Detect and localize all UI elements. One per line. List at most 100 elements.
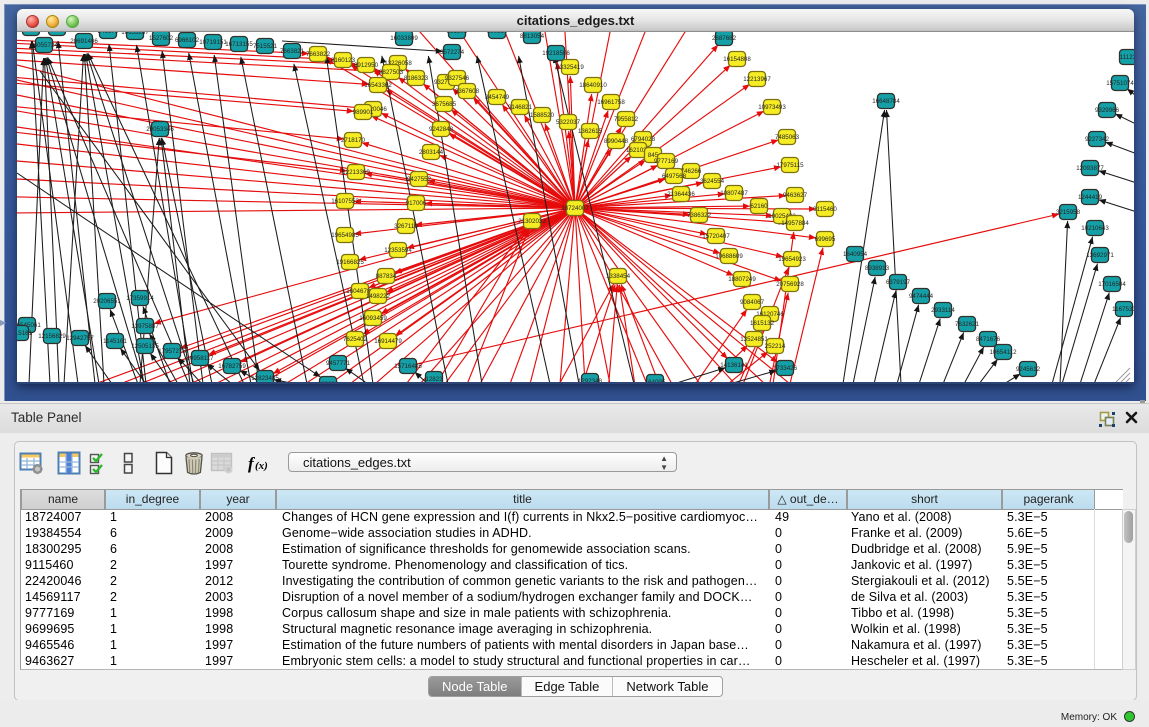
svg-text:9329966: 9329966 bbox=[1095, 107, 1120, 114]
svg-text:9327546: 9327546 bbox=[445, 75, 470, 82]
svg-text:12942757: 12942757 bbox=[66, 335, 94, 342]
svg-text:12505135: 12505135 bbox=[131, 343, 159, 350]
svg-text:2687682: 2687682 bbox=[712, 35, 737, 42]
svg-text:12353594: 12353594 bbox=[384, 247, 412, 254]
svg-text:3572274: 3572274 bbox=[440, 49, 465, 56]
svg-text:15720407: 15720407 bbox=[702, 233, 730, 240]
svg-text:8454749: 8454749 bbox=[485, 94, 510, 101]
svg-text:10973493: 10973493 bbox=[758, 104, 786, 111]
svg-text:9463627: 9463627 bbox=[783, 192, 808, 199]
svg-text:6379197: 6379197 bbox=[886, 279, 911, 286]
svg-text:1244419: 1244419 bbox=[1078, 194, 1103, 201]
svg-text:16914479: 16914479 bbox=[374, 338, 402, 345]
svg-text:18724007: 18724007 bbox=[561, 205, 589, 212]
svg-text:6966102: 6966102 bbox=[175, 37, 200, 44]
svg-text:11123: 11123 bbox=[1120, 54, 1134, 61]
svg-text:16713155: 16713155 bbox=[225, 41, 253, 48]
svg-text:249379: 249379 bbox=[98, 32, 119, 35]
svg-text:19654985: 19654985 bbox=[331, 232, 359, 239]
svg-text:2367608: 2367608 bbox=[455, 88, 480, 95]
svg-text:14957884: 14957884 bbox=[781, 220, 809, 227]
svg-text:7485063: 7485063 bbox=[775, 134, 800, 141]
svg-text:5322037: 5322037 bbox=[556, 119, 581, 126]
svg-text:1145161: 1145161 bbox=[103, 338, 127, 345]
svg-text:9242848: 9242848 bbox=[429, 126, 454, 133]
svg-text:16154808: 16154808 bbox=[723, 56, 751, 63]
svg-text:917006: 917006 bbox=[406, 200, 427, 207]
svg-text:16093459: 16093459 bbox=[359, 315, 387, 322]
svg-text:3267110: 3267110 bbox=[394, 223, 418, 230]
svg-text:16648784: 16648784 bbox=[872, 98, 900, 105]
svg-text:9084067: 9084067 bbox=[740, 299, 765, 306]
svg-text:7632621: 7632621 bbox=[955, 321, 980, 328]
svg-text:19166825: 19166825 bbox=[336, 259, 364, 266]
svg-text:10653267: 10653267 bbox=[121, 32, 149, 36]
svg-text:9474444: 9474444 bbox=[909, 293, 934, 300]
svg-text:21302033: 21302033 bbox=[518, 218, 546, 225]
svg-text:9146821: 9146821 bbox=[508, 104, 533, 111]
svg-text:1640954: 1640954 bbox=[843, 251, 868, 258]
svg-text:19654923: 19654923 bbox=[778, 256, 806, 263]
svg-text:7663822: 7663822 bbox=[306, 51, 331, 58]
svg-text:8912950: 8912950 bbox=[354, 62, 379, 69]
svg-text:20691406: 20691406 bbox=[70, 38, 98, 45]
svg-text:13692971: 13692971 bbox=[1086, 252, 1114, 259]
svg-text:3215958: 3215958 bbox=[1056, 209, 1081, 216]
svg-text:15751074: 15751074 bbox=[1106, 80, 1134, 87]
svg-text:7663821: 7663821 bbox=[280, 48, 305, 55]
svg-text:7515521: 7515521 bbox=[253, 43, 278, 50]
svg-text:17957275: 17957275 bbox=[158, 348, 186, 355]
svg-text:7955812: 7955812 bbox=[614, 116, 639, 123]
svg-text:10719151: 10719151 bbox=[199, 39, 227, 46]
svg-text:8990448: 8990448 bbox=[604, 138, 629, 145]
svg-text:9827503: 9827503 bbox=[379, 69, 404, 76]
svg-text:16543362: 16543362 bbox=[364, 82, 392, 89]
svg-text:6497568: 6497568 bbox=[662, 173, 687, 180]
svg-text:13524851: 13524851 bbox=[740, 336, 768, 343]
svg-text:16782759: 16782759 bbox=[218, 363, 246, 370]
svg-text:12156829: 12156829 bbox=[38, 333, 66, 340]
svg-text:9457771: 9457771 bbox=[326, 360, 351, 367]
svg-text:7625402: 7625402 bbox=[343, 336, 368, 343]
svg-text:9777169: 9777169 bbox=[654, 158, 679, 165]
svg-text:12213369: 12213369 bbox=[342, 169, 370, 176]
svg-text:17359914: 17359914 bbox=[126, 295, 154, 302]
svg-text:10210643: 10210643 bbox=[1081, 225, 1109, 232]
svg-text:2718170: 2718170 bbox=[341, 137, 366, 144]
svg-text:8186323: 8186323 bbox=[404, 75, 429, 82]
svg-text:18640910: 18640910 bbox=[579, 82, 607, 89]
svg-text:9227342: 9227342 bbox=[1085, 136, 1110, 143]
svg-text:20053346: 20053346 bbox=[146, 126, 174, 133]
svg-text:17016504: 17016504 bbox=[1098, 281, 1126, 288]
svg-text:887834: 887834 bbox=[376, 273, 397, 280]
svg-text:8813054: 8813054 bbox=[520, 33, 545, 40]
svg-text:3675685: 3675685 bbox=[432, 101, 457, 108]
svg-text:20206551: 20206551 bbox=[93, 298, 121, 305]
svg-text:18807249: 18807249 bbox=[728, 276, 756, 283]
svg-text:62160: 62160 bbox=[750, 203, 768, 210]
svg-text:3624554: 3624554 bbox=[700, 178, 725, 185]
svg-text:8471676: 8471676 bbox=[976, 336, 1001, 343]
svg-text:1615132: 1615132 bbox=[750, 320, 775, 327]
svg-text:3915161: 3915161 bbox=[17, 330, 33, 337]
svg-text:13975887: 13975887 bbox=[131, 323, 159, 330]
svg-text:8938913: 8938913 bbox=[865, 265, 890, 272]
svg-text:12213967: 12213967 bbox=[743, 76, 771, 83]
svg-text:24055724: 24055724 bbox=[30, 42, 58, 49]
svg-text:10654112: 10654112 bbox=[989, 349, 1017, 356]
svg-text:8160123: 8160123 bbox=[331, 57, 356, 64]
svg-text:10688609: 10688609 bbox=[715, 253, 743, 260]
svg-text:1362615: 1362615 bbox=[578, 128, 603, 135]
svg-text:19218506: 19218506 bbox=[542, 50, 570, 57]
svg-text:16033809: 16033809 bbox=[390, 35, 418, 42]
svg-text:1588520: 1588520 bbox=[530, 112, 555, 119]
svg-text:20756928: 20756928 bbox=[776, 281, 804, 288]
svg-text:21364436: 21364436 bbox=[667, 191, 695, 198]
svg-text:17975115: 17975115 bbox=[776, 162, 804, 169]
svg-text:1527602: 1527602 bbox=[149, 35, 174, 42]
svg-text:2803144: 2803144 bbox=[419, 149, 444, 156]
svg-text:252214: 252214 bbox=[765, 343, 786, 350]
svg-text:10807487: 10807487 bbox=[720, 190, 748, 197]
svg-text:699695: 699695 bbox=[815, 236, 836, 243]
svg-text:16107552: 16107552 bbox=[331, 198, 359, 205]
